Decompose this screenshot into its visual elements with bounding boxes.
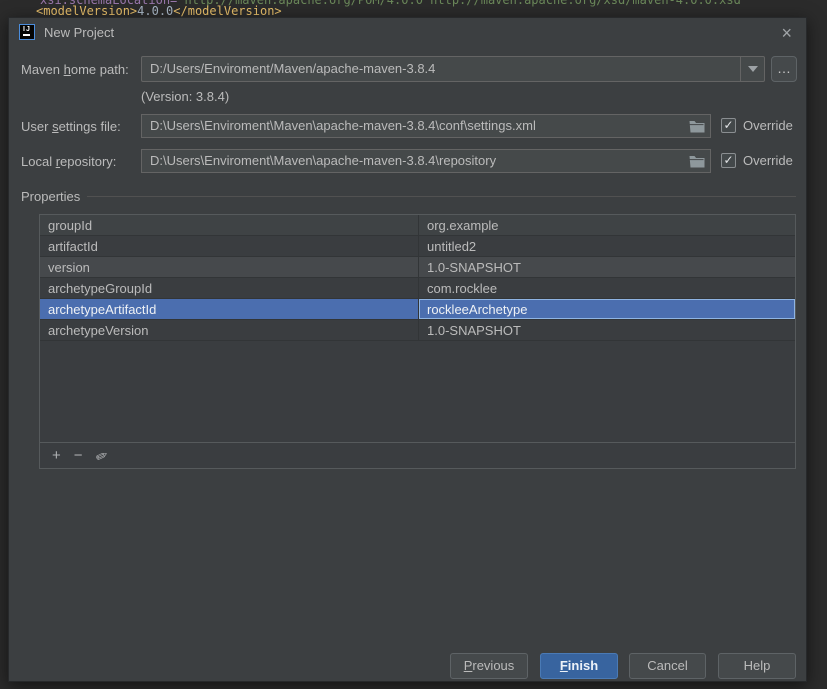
properties-section-label: Properties	[21, 189, 81, 204]
user-settings-override-checkbox[interactable]: ✓	[721, 118, 736, 133]
maven-home-label: Maven home path:	[21, 62, 129, 77]
intellij-logo-icon: IJ	[19, 24, 35, 40]
properties-toolbar: + − ✎	[40, 442, 795, 468]
table-row-selected[interactable]: archetypeArtifactId rockleeArchetype	[40, 299, 795, 320]
property-value-cell[interactable]: rockleeArchetype	[419, 299, 795, 319]
maven-home-value: D:/Users/Enviroment/Maven/apache-maven-3…	[150, 61, 436, 76]
local-repository-override-checkbox[interactable]: ✓	[721, 153, 736, 168]
property-value-cell[interactable]: com.rocklee	[419, 278, 795, 298]
add-icon[interactable]: +	[52, 447, 61, 464]
user-settings-override-label[interactable]: Override	[743, 114, 793, 138]
property-value-cell[interactable]: 1.0-SNAPSHOT	[419, 320, 795, 340]
xml-open-tag: <modelVersion>	[36, 4, 138, 18]
xml-tag-value: 4.0.0	[137, 4, 174, 18]
maven-home-browse-button[interactable]: …	[771, 56, 797, 82]
combobox-dropdown-button[interactable]	[740, 57, 764, 81]
folder-icon[interactable]	[689, 154, 705, 168]
property-name-cell[interactable]: artifactId	[40, 236, 419, 256]
close-icon[interactable]: ×	[781, 21, 792, 45]
folder-icon[interactable]	[689, 119, 705, 133]
user-settings-label: User settings file:	[21, 119, 121, 134]
property-name-cell[interactable]: groupId	[40, 215, 419, 235]
new-project-dialog: IJ New Project × Maven home path: D:/Use…	[8, 17, 807, 682]
editor-code-line-2: <modelVersion>4.0.0</modelVersion>	[36, 4, 282, 18]
edit-pencil-icon[interactable]: ✎	[92, 447, 111, 463]
local-repository-override-label[interactable]: Override	[743, 149, 793, 173]
checkmark-icon: ✓	[723, 118, 734, 132]
property-name-cell[interactable]: archetypeGroupId	[40, 278, 419, 298]
user-settings-input[interactable]: D:\Users\Enviroment\Maven\apache-maven-3…	[141, 114, 711, 138]
help-button[interactable]: Help	[718, 653, 796, 679]
property-name-cell[interactable]: version	[40, 257, 419, 277]
property-name-cell[interactable]: archetypeArtifactId	[40, 299, 419, 319]
property-value-cell[interactable]: org.example	[419, 215, 795, 235]
local-repository-value: D:\Users\Enviroment\Maven\apache-maven-3…	[150, 153, 497, 168]
previous-button[interactable]: Previous	[450, 653, 528, 679]
property-name-cell[interactable]: archetypeVersion	[40, 320, 419, 340]
table-row[interactable]: groupId org.example	[40, 215, 795, 236]
table-row[interactable]: version 1.0-SNAPSHOT	[40, 257, 795, 278]
local-repository-input[interactable]: D:\Users\Enviroment\Maven\apache-maven-3…	[141, 149, 711, 173]
property-value-cell[interactable]: 1.0-SNAPSHOT	[419, 257, 795, 277]
dialog-titlebar: IJ New Project ×	[9, 18, 806, 46]
user-settings-value: D:\Users\Enviroment\Maven\apache-maven-3…	[150, 118, 536, 133]
checkmark-icon: ✓	[723, 153, 734, 167]
dialog-title: New Project	[44, 24, 115, 40]
local-repository-label: Local repository:	[21, 154, 117, 169]
finish-button[interactable]: Finish	[540, 653, 618, 679]
maven-home-combobox[interactable]: D:/Users/Enviroment/Maven/apache-maven-3…	[141, 56, 765, 82]
property-value-cell[interactable]: untitled2	[419, 236, 795, 256]
xml-close-tag: </modelVersion>	[173, 4, 282, 18]
properties-table: groupId org.example artifactId untitled2…	[39, 214, 796, 469]
table-row[interactable]: archetypeVersion 1.0-SNAPSHOT	[40, 320, 795, 341]
remove-icon[interactable]: −	[74, 447, 83, 464]
properties-separator	[87, 196, 796, 197]
table-row[interactable]: artifactId untitled2	[40, 236, 795, 257]
table-row[interactable]: archetypeGroupId com.rocklee	[40, 278, 795, 299]
maven-version-note: (Version: 3.8.4)	[141, 89, 230, 104]
cancel-button[interactable]: Cancel	[629, 653, 706, 679]
chevron-down-icon	[747, 66, 758, 72]
